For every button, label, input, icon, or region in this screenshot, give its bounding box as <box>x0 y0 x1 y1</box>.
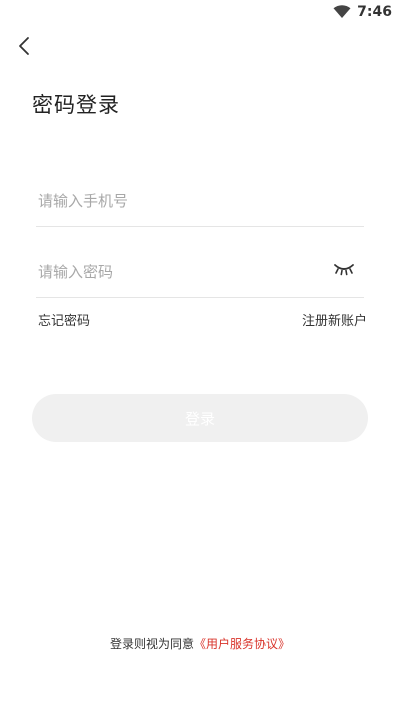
phone-input[interactable] <box>36 192 316 210</box>
password-field <box>36 247 364 298</box>
status-bar: 7:46 <box>0 0 400 24</box>
wifi-icon <box>333 5 351 19</box>
password-input[interactable] <box>36 263 316 281</box>
register-account-link[interactable]: 注册新账户 <box>302 310 367 329</box>
agreement-prefix: 登录则视为同意 <box>109 637 194 651</box>
eye-closed-icon[interactable] <box>332 259 356 279</box>
status-time: 7:46 <box>357 4 392 20</box>
login-screen: 7:46 密码登录 忘记密码 注册新账户 登录 登录则视为同意《用户服务协议》 <box>0 0 400 710</box>
agreement-notice: 登录则视为同意《用户服务协议》 <box>0 635 400 652</box>
phone-field <box>36 176 364 227</box>
user-agreement-link[interactable]: 《用户服务协议》 <box>194 637 290 651</box>
login-button[interactable]: 登录 <box>32 394 368 442</box>
chevron-left-icon <box>17 36 31 60</box>
back-button[interactable] <box>12 36 36 60</box>
page-title: 密码登录 <box>32 93 120 117</box>
forgot-password-link[interactable]: 忘记密码 <box>38 310 90 329</box>
